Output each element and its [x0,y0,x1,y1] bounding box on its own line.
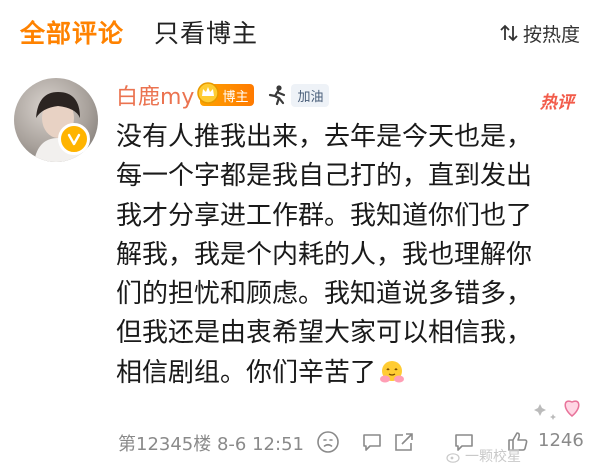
username[interactable]: 白鹿my [116,79,194,111]
comment-line: 我才分享进工作群。我知道你们也了 [116,200,533,231]
runner-icon [269,85,286,106]
sort-label: 按热度 [522,23,580,46]
sort-toggle[interactable]: 按热度 [499,20,580,46]
floor-and-time: 第12345楼 8-6 12:51 [118,434,304,455]
hug-emoji-icon [380,360,405,383]
comment-line: 没有人推我出来，去年是今天也是， [116,122,533,152]
comment-header: 白鹿my 博主 加油 [116,79,330,111]
verified-badge-icon [58,123,90,155]
sort-icon [500,24,518,42]
reply-icon[interactable] [360,430,384,454]
hot-comment-tag: 热评 [540,93,574,113]
comment-tabs: 全部评论 只看博主 按热度 [0,0,600,70]
blogger-badge: 博主 [197,82,255,106]
comment-line: 们的担忧和顾虑。我知道说多错多， [116,279,533,310]
comment-line: 每一个字都是我自己打的，直到发出 [116,161,533,192]
watermark-text: 一颗校星 [465,449,521,465]
like-count: 1246 [538,430,584,451]
emoji-reaction-icon[interactable] [316,430,340,454]
comment-text: 没有人推我出来，去年是今天也是， 每一个字都是我自己打的，直到发出 我才分享进工… [116,118,586,393]
tab-blogger-only[interactable]: 只看博主 [154,14,258,50]
comment-line-last: 相信剧组。你们辛苦了 [116,354,586,393]
cheer-badge: 加油 [266,83,330,107]
tab-all-comments[interactable]: 全部评论 [20,14,124,50]
comment-line: 解我，我是个内耗的人，我也理解你 [116,239,533,270]
blogger-badge-label: 博主 [222,89,249,105]
comment-line: 但我还是由衷希望大家可以相信我， [116,318,533,349]
heart-sparkle-icon [534,400,580,420]
watermark: 一颗校星 [446,446,521,466]
weibo-logo-icon [446,453,460,463]
crown-icon [197,82,220,104]
cheer-label: 加油 [291,83,330,107]
comment-line-text: 相信剧组。你们辛苦了 [116,357,377,388]
share-icon[interactable] [392,430,416,454]
